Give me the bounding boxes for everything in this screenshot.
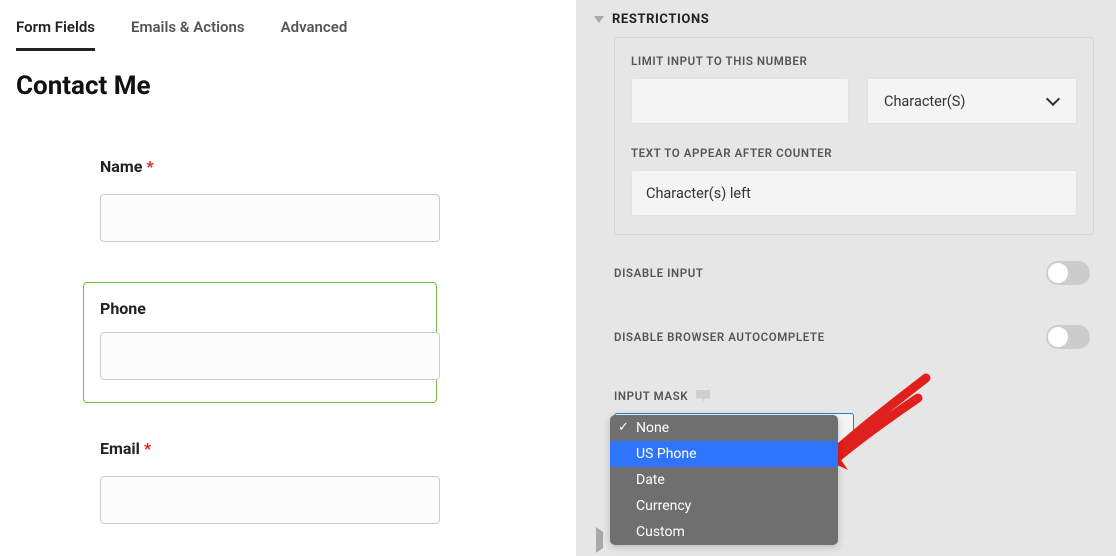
tab-form-fields[interactable]: Form Fields bbox=[16, 10, 95, 51]
field-name[interactable]: Name * bbox=[100, 157, 420, 242]
disable-autocomplete-toggle[interactable] bbox=[1046, 325, 1090, 349]
disable-input-label: DISABLE INPUT bbox=[614, 266, 704, 280]
limit-section: LIMIT INPUT TO THIS NUMBER Character(S) … bbox=[614, 37, 1094, 235]
limit-number-input[interactable] bbox=[631, 78, 849, 124]
tooltip-icon[interactable] bbox=[696, 390, 710, 402]
counter-text-label: TEXT TO APPEAR AFTER COUNTER bbox=[631, 146, 1077, 160]
form-title: Contact Me bbox=[16, 71, 560, 101]
input-mask-label: INPUT MASK bbox=[614, 389, 688, 403]
field-email[interactable]: Email * bbox=[100, 439, 420, 524]
tabs-bar: Form Fields Emails & Actions Advanced bbox=[16, 10, 560, 51]
required-asterisk: * bbox=[146, 157, 153, 176]
limit-unit-value: Character(S) bbox=[884, 93, 965, 110]
mask-option-us-phone[interactable]: US Phone bbox=[610, 441, 838, 467]
settings-panel: RESTRICTIONS LIMIT INPUT TO THIS NUMBER … bbox=[576, 0, 1116, 556]
disable-input-toggle[interactable] bbox=[1046, 261, 1090, 285]
chevron-down-icon bbox=[594, 16, 604, 23]
limit-unit-select[interactable]: Character(S) bbox=[867, 78, 1077, 124]
email-input[interactable] bbox=[100, 476, 440, 524]
required-asterisk: * bbox=[144, 439, 151, 458]
input-mask-section: INPUT MASK None US Phone Date Currency C… bbox=[576, 389, 1116, 451]
field-email-label: Email * bbox=[100, 439, 420, 458]
input-mask-dropdown: None US Phone Date Currency Custom bbox=[610, 415, 838, 545]
disable-input-row: DISABLE INPUT bbox=[576, 261, 1116, 285]
field-name-label: Name * bbox=[100, 157, 420, 176]
counter-text-input[interactable]: Character(s) left bbox=[631, 170, 1077, 216]
chevron-down-icon bbox=[1046, 94, 1060, 108]
name-input[interactable] bbox=[100, 194, 440, 242]
mask-option-date[interactable]: Date bbox=[610, 467, 838, 493]
mask-option-none[interactable]: None bbox=[610, 415, 838, 441]
field-phone-label: Phone bbox=[100, 299, 420, 318]
chevron-right-icon[interactable] bbox=[596, 532, 603, 548]
restrictions-header[interactable]: RESTRICTIONS bbox=[576, 0, 1116, 37]
tab-advanced[interactable]: Advanced bbox=[281, 10, 348, 51]
mask-option-currency[interactable]: Currency bbox=[610, 493, 838, 519]
tab-emails-actions[interactable]: Emails & Actions bbox=[131, 10, 245, 51]
mask-option-custom[interactable]: Custom bbox=[610, 519, 838, 545]
field-phone-selected[interactable]: Phone bbox=[83, 282, 437, 403]
limit-input-label: LIMIT INPUT TO THIS NUMBER bbox=[631, 54, 1077, 68]
phone-input[interactable] bbox=[100, 332, 440, 380]
disable-autocomplete-label: DISABLE BROWSER AUTOCOMPLETE bbox=[614, 330, 825, 344]
disable-autocomplete-row: DISABLE BROWSER AUTOCOMPLETE bbox=[576, 325, 1116, 349]
